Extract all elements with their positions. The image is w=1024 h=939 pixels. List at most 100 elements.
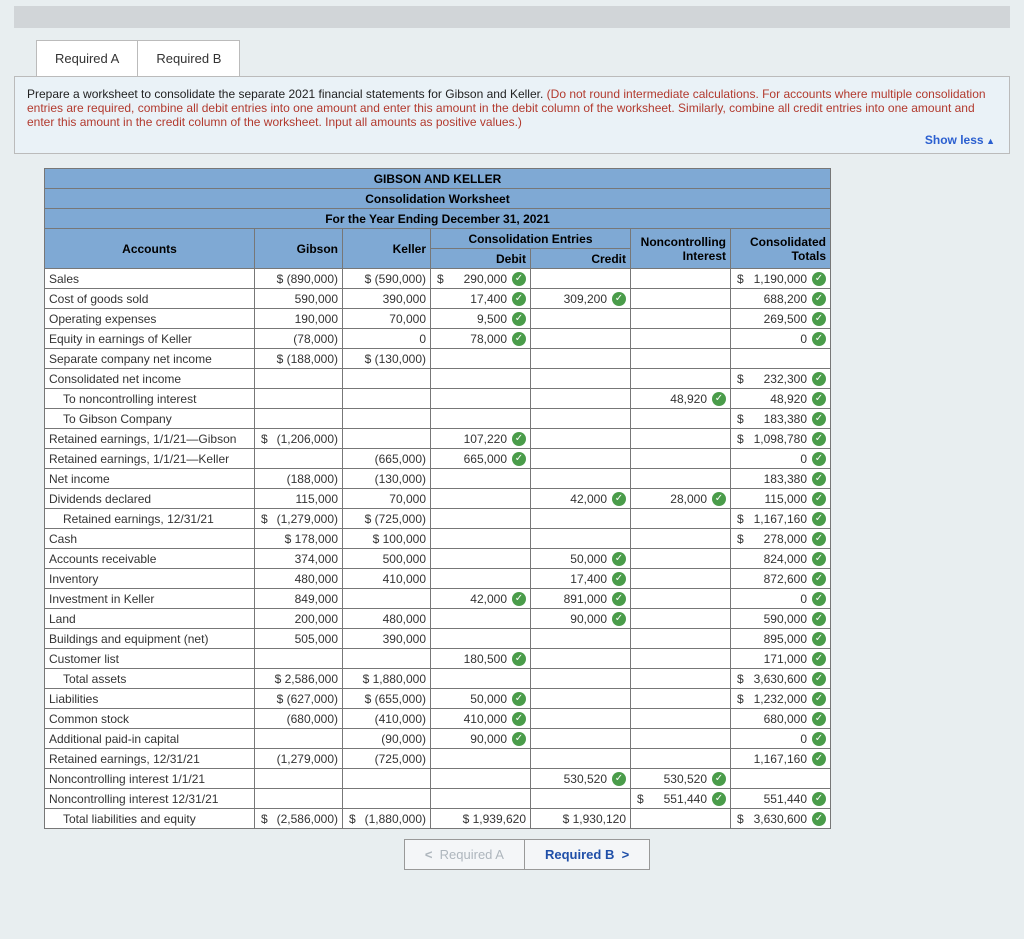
- table-cell[interactable]: [431, 569, 531, 589]
- table-cell[interactable]: [255, 409, 343, 429]
- table-cell[interactable]: [631, 309, 731, 329]
- table-cell[interactable]: [431, 629, 531, 649]
- table-cell[interactable]: $1,190,000✓: [731, 269, 831, 289]
- table-cell[interactable]: $278,000✓: [731, 529, 831, 549]
- table-cell[interactable]: [431, 669, 531, 689]
- table-cell[interactable]: $(2,586,000): [255, 809, 343, 829]
- table-cell[interactable]: $551,440✓: [631, 789, 731, 809]
- table-cell[interactable]: [531, 729, 631, 749]
- tab-required-b[interactable]: Required B: [137, 40, 240, 76]
- table-cell[interactable]: [731, 769, 831, 789]
- table-cell[interactable]: (410,000): [343, 709, 431, 729]
- table-cell[interactable]: [631, 529, 731, 549]
- table-cell[interactable]: [431, 349, 531, 369]
- table-cell[interactable]: [531, 449, 631, 469]
- table-cell[interactable]: 688,200✓: [731, 289, 831, 309]
- table-cell[interactable]: [631, 709, 731, 729]
- table-cell[interactable]: 9,500✓: [431, 309, 531, 329]
- table-cell[interactable]: (78,000): [255, 329, 343, 349]
- table-cell[interactable]: 171,000✓: [731, 649, 831, 669]
- table-cell[interactable]: 590,000✓: [731, 609, 831, 629]
- table-cell[interactable]: 665,000✓: [431, 449, 531, 469]
- table-cell[interactable]: [631, 749, 731, 769]
- table-cell[interactable]: 0: [343, 329, 431, 349]
- table-cell[interactable]: $(1,279,000): [255, 509, 343, 529]
- table-cell[interactable]: [431, 509, 531, 529]
- table-cell[interactable]: 17,400✓: [531, 569, 631, 589]
- table-cell[interactable]: [255, 389, 343, 409]
- table-cell[interactable]: 50,000✓: [431, 689, 531, 709]
- table-cell[interactable]: [531, 329, 631, 349]
- table-cell[interactable]: [531, 509, 631, 529]
- table-cell[interactable]: 500,000: [343, 549, 431, 569]
- table-cell[interactable]: [343, 369, 431, 389]
- table-cell[interactable]: 0✓: [731, 589, 831, 609]
- table-cell[interactable]: 78,000✓: [431, 329, 531, 349]
- table-cell[interactable]: [631, 589, 731, 609]
- table-cell[interactable]: [531, 689, 631, 709]
- table-cell[interactable]: [431, 749, 531, 769]
- table-cell[interactable]: [343, 769, 431, 789]
- table-cell[interactable]: [631, 629, 731, 649]
- table-cell[interactable]: 28,000✓: [631, 489, 731, 509]
- table-cell[interactable]: 374,000: [255, 549, 343, 569]
- table-cell[interactable]: (725,000): [343, 749, 431, 769]
- table-cell[interactable]: [631, 349, 731, 369]
- table-cell[interactable]: 17,400✓: [431, 289, 531, 309]
- table-cell[interactable]: (90,000): [343, 729, 431, 749]
- table-cell[interactable]: $ (655,000): [343, 689, 431, 709]
- table-cell[interactable]: 50,000✓: [531, 549, 631, 569]
- table-cell[interactable]: 200,000: [255, 609, 343, 629]
- table-cell[interactable]: [431, 769, 531, 789]
- table-cell[interactable]: $(1,880,000): [343, 809, 431, 829]
- table-cell[interactable]: [631, 269, 731, 289]
- table-cell[interactable]: 505,000: [255, 629, 343, 649]
- table-cell[interactable]: [631, 649, 731, 669]
- table-cell[interactable]: $3,630,600✓: [731, 809, 831, 829]
- table-cell[interactable]: 115,000✓: [731, 489, 831, 509]
- table-cell[interactable]: [631, 609, 731, 629]
- table-cell[interactable]: [531, 669, 631, 689]
- table-cell[interactable]: 107,220✓: [431, 429, 531, 449]
- table-cell[interactable]: 680,000✓: [731, 709, 831, 729]
- table-cell[interactable]: [431, 369, 531, 389]
- table-cell[interactable]: 269,500✓: [731, 309, 831, 329]
- table-cell[interactable]: 90,000✓: [431, 729, 531, 749]
- table-cell[interactable]: [631, 429, 731, 449]
- table-cell[interactable]: 0✓: [731, 449, 831, 469]
- table-cell[interactable]: [631, 449, 731, 469]
- table-cell[interactable]: $ (890,000): [255, 269, 343, 289]
- table-cell[interactable]: 70,000: [343, 309, 431, 329]
- table-cell[interactable]: 891,000✓: [531, 589, 631, 609]
- table-cell[interactable]: [631, 549, 731, 569]
- table-cell[interactable]: $ (130,000): [343, 349, 431, 369]
- table-cell[interactable]: [531, 309, 631, 329]
- table-cell[interactable]: [431, 409, 531, 429]
- table-cell[interactable]: [255, 729, 343, 749]
- table-cell[interactable]: [431, 789, 531, 809]
- table-cell[interactable]: 0✓: [731, 329, 831, 349]
- table-cell[interactable]: 1,167,160✓: [731, 749, 831, 769]
- table-cell[interactable]: [631, 509, 731, 529]
- table-cell[interactable]: [631, 669, 731, 689]
- table-cell[interactable]: [631, 689, 731, 709]
- table-cell[interactable]: [631, 329, 731, 349]
- table-cell[interactable]: $(1,206,000): [255, 429, 343, 449]
- table-cell[interactable]: (130,000): [343, 469, 431, 489]
- table-cell[interactable]: $ (627,000): [255, 689, 343, 709]
- table-cell[interactable]: 70,000: [343, 489, 431, 509]
- table-cell[interactable]: [431, 549, 531, 569]
- table-cell[interactable]: $ 100,000: [343, 529, 431, 549]
- table-cell[interactable]: 410,000✓: [431, 709, 531, 729]
- table-cell[interactable]: 530,520✓: [631, 769, 731, 789]
- table-cell[interactable]: [255, 449, 343, 469]
- table-cell[interactable]: 590,000: [255, 289, 343, 309]
- table-cell[interactable]: 480,000: [343, 609, 431, 629]
- table-cell[interactable]: $ (725,000): [343, 509, 431, 529]
- table-cell[interactable]: [531, 749, 631, 769]
- table-cell[interactable]: 48,920✓: [631, 389, 731, 409]
- table-cell[interactable]: 824,000✓: [731, 549, 831, 569]
- table-cell[interactable]: $3,630,600✓: [731, 669, 831, 689]
- table-cell[interactable]: [431, 389, 531, 409]
- table-cell[interactable]: [531, 349, 631, 369]
